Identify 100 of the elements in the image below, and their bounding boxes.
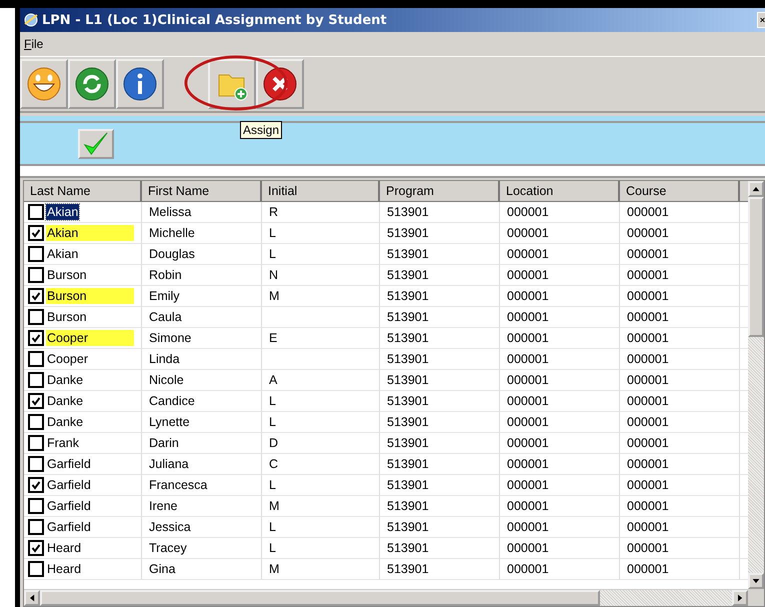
checkbox[interactable] [28,477,44,493]
table-cell-text: Garfield [46,477,92,493]
table-cell: Caula [149,310,182,324]
menu-item[interactable]: File [24,37,44,51]
table-cell: 000001 [627,394,669,408]
table-cell: R [269,205,278,219]
table-cell: 000001 [627,457,669,471]
checkbox[interactable] [28,309,44,325]
close-icon[interactable] [757,12,765,28]
table-cell: 000001 [627,247,669,261]
table-cell: 000001 [507,541,549,555]
table-cell: 000001 [627,226,669,240]
column-header[interactable]: Location [500,181,620,202]
checkbox[interactable] [28,561,44,577]
table-cell: Robin [149,268,182,282]
checkbox[interactable] [28,288,44,304]
column-header[interactable]: First Name [142,181,262,202]
table-cell: L [269,541,276,555]
checkbox[interactable] [28,498,44,514]
globe-icon [23,12,39,28]
check-icon [31,228,41,238]
table-cell: 000001 [627,436,669,450]
table-cell: L [269,247,276,261]
scroll-down-button[interactable] [748,573,764,589]
table-cell: 000001 [507,562,549,576]
table-cell: M [269,562,280,576]
checkbox[interactable] [28,393,44,409]
table-cell-text: Akian [46,246,80,262]
close-icon [262,66,298,102]
table-cell: Douglas [149,247,195,261]
table-cell: M [269,289,280,303]
checkbox[interactable] [28,456,44,472]
column-header[interactable]: Last Name [24,181,142,202]
close-button[interactable] [256,59,304,109]
table-cell: Candice [149,394,195,408]
checkbox[interactable] [28,540,44,556]
checkbox[interactable] [28,225,44,241]
table-cell: 513901 [387,520,429,534]
checkbox[interactable] [28,267,44,283]
confirm-button[interactable] [78,128,114,158]
table-cell: 000001 [627,373,669,387]
table-cell: 513901 [387,436,429,450]
table-cell-text: Danke [46,414,84,430]
table-cell: 513901 [387,415,429,429]
check-icon [31,291,41,301]
table-cell: C [269,457,278,471]
table-cell-text: Garfield [46,498,92,514]
assign-button[interactable] [208,59,256,109]
table-cell-text: Danke [46,393,84,409]
column-header[interactable]: Course [620,181,740,202]
table-cell: 000001 [507,310,549,324]
column-header[interactable]: Program [380,181,500,202]
table-cell: Nicole [149,373,184,387]
table-cell: Juliana [149,457,189,471]
table-cell: Akian [46,204,80,220]
check-icon [31,480,41,490]
info-icon [122,66,158,102]
table-cell: 000001 [507,436,549,450]
column-header[interactable]: Initial [262,181,380,202]
table-cell: 000001 [507,373,549,387]
checkbox[interactable] [28,351,44,367]
right-arrow-icon [738,594,742,602]
checkbox[interactable] [28,372,44,388]
check-icon [31,333,41,343]
scroll-thumb[interactable] [40,590,600,606]
table-cell: 000001 [627,499,669,513]
checkbox[interactable] [28,435,44,451]
smiley-button[interactable] [20,59,68,109]
table-cell: 000001 [507,520,549,534]
table-cell-text: Heard [46,561,82,577]
up-arrow-icon [752,186,760,192]
table-cell: Cooper [46,330,134,346]
table-cell: 000001 [507,205,549,219]
table-cell: Lynette [149,415,190,429]
table-cell: 000001 [507,478,549,492]
checkbox[interactable] [28,519,44,535]
table-cell: 513901 [387,310,429,324]
scroll-thumb[interactable] [748,197,764,337]
table-cell: L [269,478,276,492]
table-cell: Irene [149,499,178,513]
table-cell-text: Burson [46,267,88,283]
refresh-button[interactable] [68,59,116,109]
table-cell: Linda [149,352,180,366]
table-cell: Jessica [149,520,191,534]
table-cell: 513901 [387,499,429,513]
down-arrow-icon [752,578,760,584]
scroll-right-button[interactable] [732,590,748,606]
table-cell: 000001 [507,499,549,513]
table-cell: Gina [149,562,176,576]
table-cell-text: Cooper [46,351,89,367]
checkbox[interactable] [28,204,44,220]
scroll-up-button[interactable] [748,181,764,197]
scroll-left-button[interactable] [24,590,40,606]
table-cell: 513901 [387,562,429,576]
checkbox[interactable] [28,246,44,262]
info-button[interactable] [116,59,164,109]
check-icon [31,396,41,406]
checkbox[interactable] [28,330,44,346]
table-cell: 000001 [627,352,669,366]
checkbox[interactable] [28,414,44,430]
